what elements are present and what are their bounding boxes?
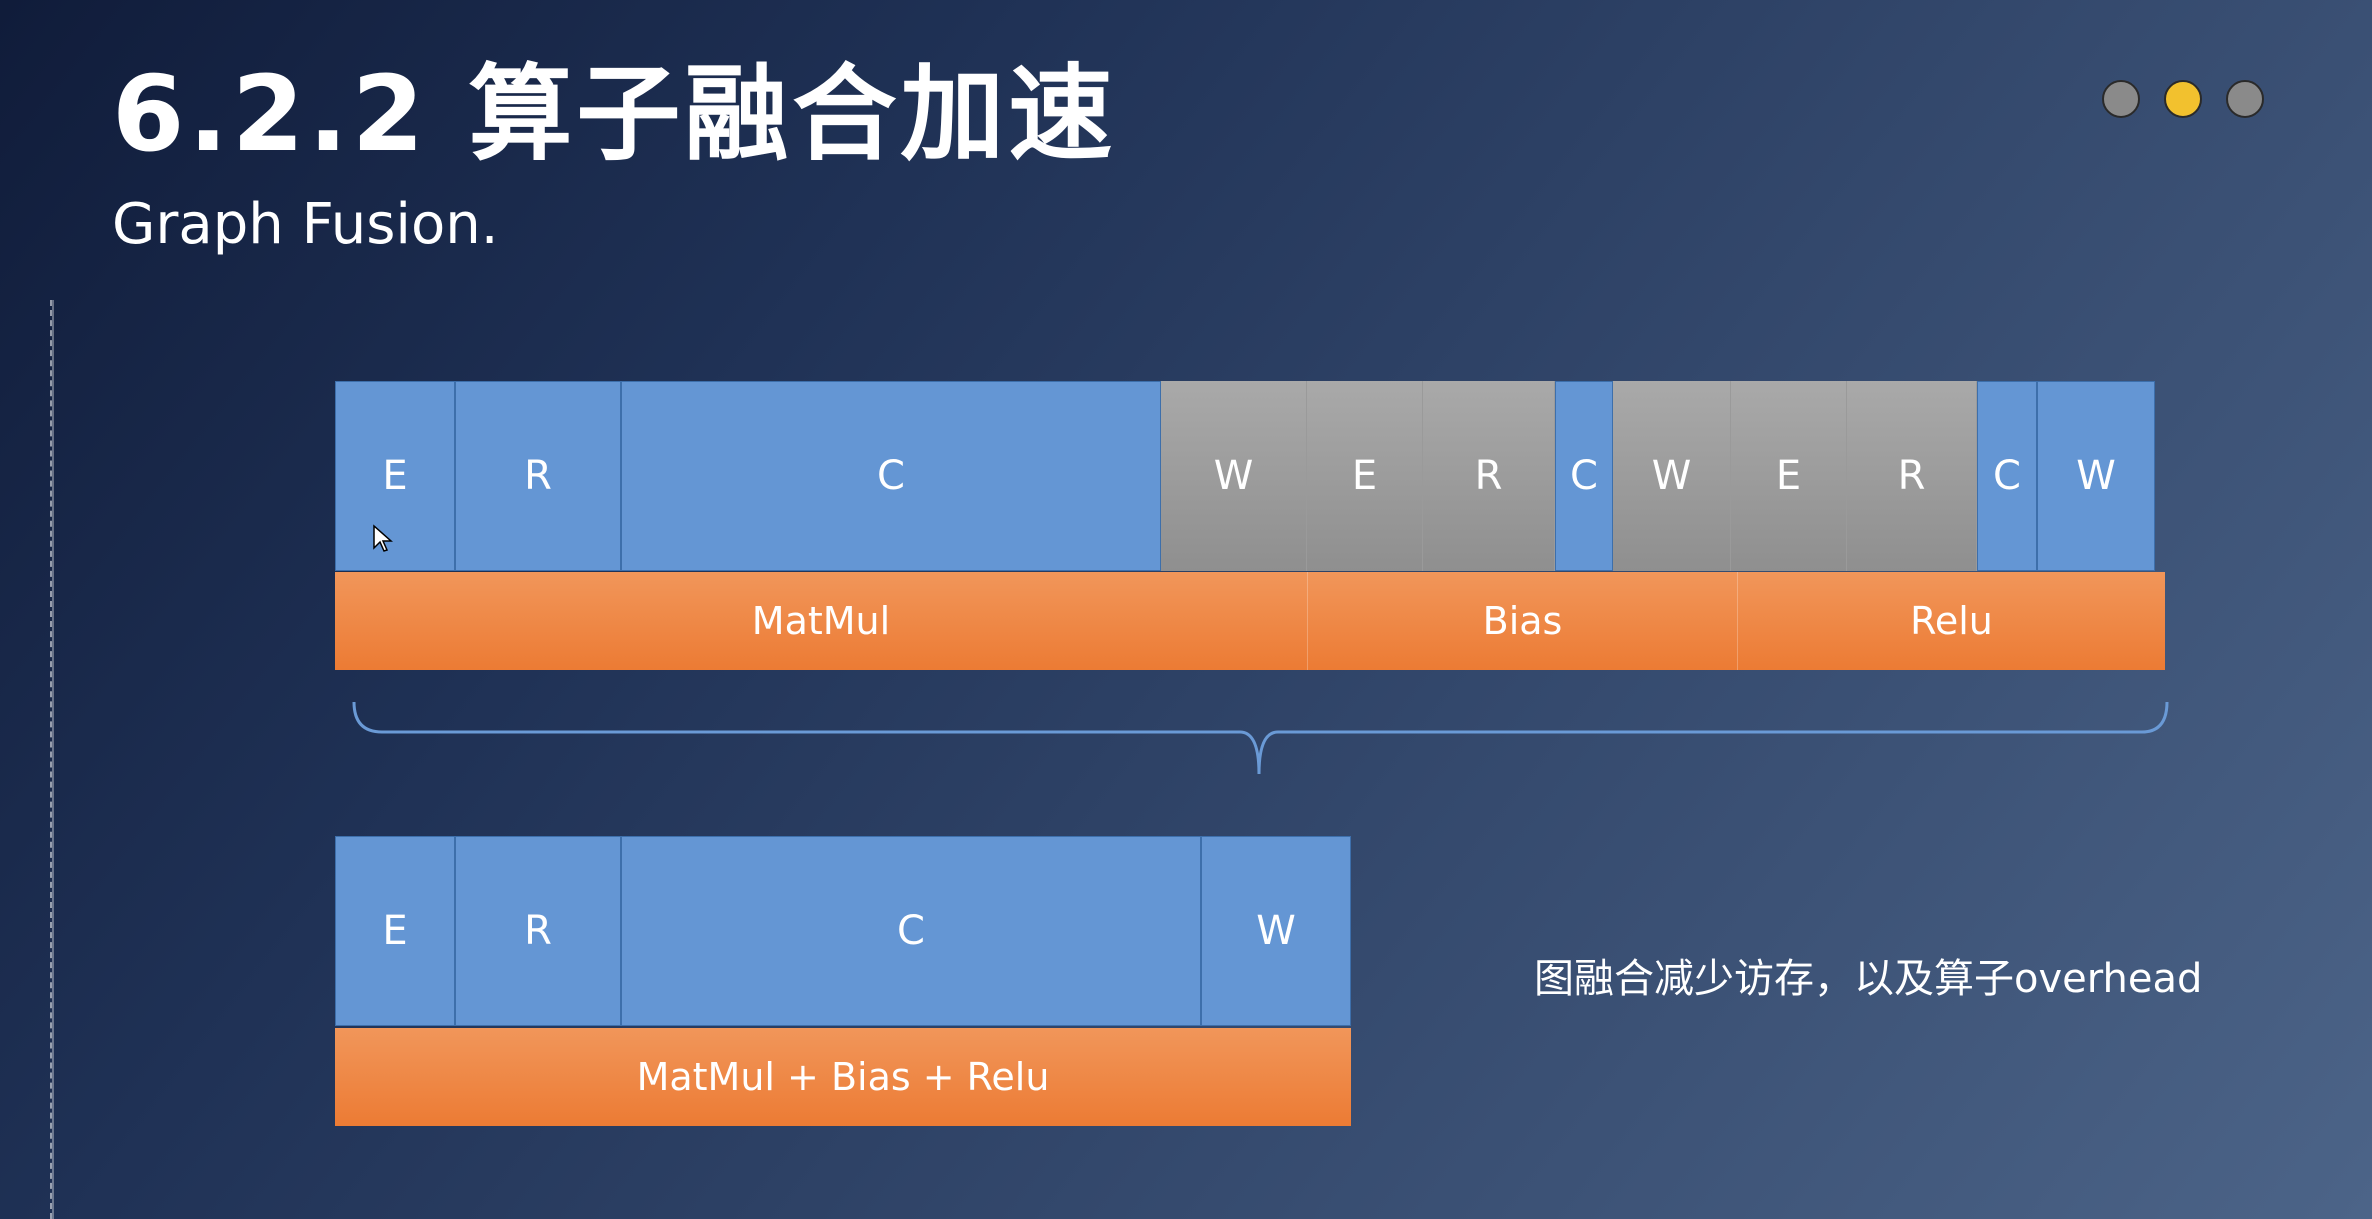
bottom-stage-row: E R C W xyxy=(335,836,1351,1026)
top-stage-row: E R C W E R C W E R C W xyxy=(335,381,2155,571)
fused-stage-w: W xyxy=(1201,836,1351,1026)
caption-text: 图融合减少访存，以及算子overhead xyxy=(1534,956,2203,1002)
stage-r-matmul: R xyxy=(455,381,621,571)
stage-e-relu: E xyxy=(1731,381,1847,571)
stage-c-relu: C xyxy=(1977,381,2037,571)
op-relu: Relu xyxy=(1737,572,2165,670)
bottom-op-bar: MatMul + Bias + Relu xyxy=(335,1028,1351,1126)
stage-e-bias: E xyxy=(1307,381,1423,571)
op-bias: Bias xyxy=(1307,572,1737,670)
stage-w-bias: W xyxy=(1613,381,1731,571)
fused-stage-r: R xyxy=(455,836,621,1026)
fused-stage-c: C xyxy=(621,836,1201,1026)
fusion-brace xyxy=(352,701,2169,775)
slide-dot-1[interactable] xyxy=(2102,80,2140,118)
slide-dot-3[interactable] xyxy=(2226,80,2264,118)
stage-w-relu: W xyxy=(2037,381,2155,571)
page-subtitle: Graph Fusion. xyxy=(112,192,499,257)
stage-c-matmul: C xyxy=(621,381,1161,571)
page-title: 6.2.2 算子融合加速 xyxy=(112,53,1117,175)
mouse-cursor-icon xyxy=(373,524,393,552)
stage-c-bias: C xyxy=(1555,381,1613,571)
stage-w-matmul: W xyxy=(1161,381,1307,571)
fused-stage-e: E xyxy=(335,836,455,1026)
op-fused: MatMul + Bias + Relu xyxy=(636,1055,1050,1099)
stage-e-matmul: E xyxy=(335,381,455,571)
slide-indicator[interactable] xyxy=(2102,80,2264,118)
slide-dot-2-active[interactable] xyxy=(2164,80,2202,118)
left-divider xyxy=(50,300,54,1219)
top-op-bar: MatMul Bias Relu xyxy=(335,572,2165,670)
stage-r-bias: R xyxy=(1423,381,1555,571)
op-matmul: MatMul xyxy=(751,599,891,643)
stage-r-relu: R xyxy=(1847,381,1977,571)
